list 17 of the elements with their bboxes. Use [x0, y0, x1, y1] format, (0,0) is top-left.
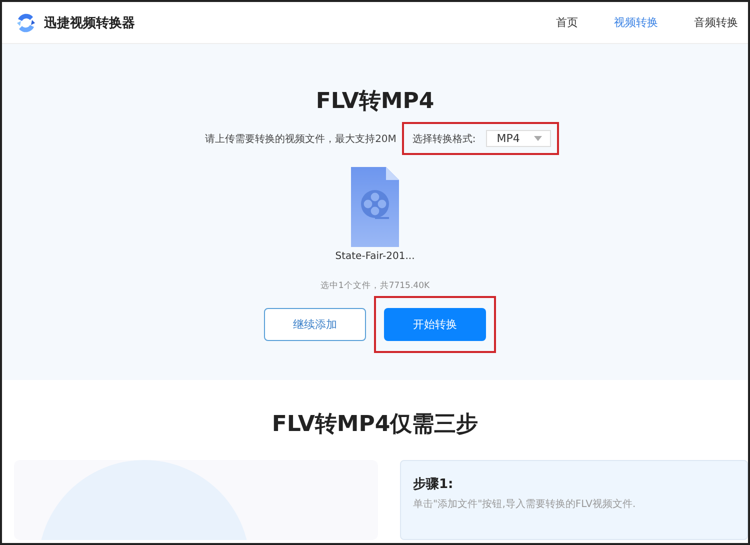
format-dropdown[interactable]: MP4 — [486, 130, 551, 147]
logo-text: 迅捷视频转换器 — [44, 14, 135, 32]
nav-link[interactable]: 音频转换 — [694, 15, 738, 30]
step-title: 步骤1: — [413, 476, 454, 493]
file-name: State-Fair-201... — [335, 251, 415, 262]
caret-icon — [534, 136, 542, 141]
upload-hint: 请上传需要转换的视频文件，最大支持20M — [205, 132, 396, 146]
video-file-icon — [351, 167, 399, 247]
nav-link[interactable]: 首页 — [556, 15, 578, 30]
page-title: FLV转MP4 — [316, 88, 434, 116]
step-description: 单击"添加文件"按钮,导入需要转换的FLV视频文件. — [413, 498, 637, 511]
nav-link[interactable]: 视频转换 — [614, 15, 658, 30]
selection-summary: 选中1个文件，共7715.40K — [320, 280, 430, 292]
add-more-button[interactable]: 继续添加 — [264, 308, 366, 341]
start-convert-button[interactable]: 开始转换 — [384, 308, 486, 341]
format-label: 选择转换格式: — [412, 132, 476, 146]
section-title: FLV转MP4仅需三步 — [272, 411, 478, 439]
